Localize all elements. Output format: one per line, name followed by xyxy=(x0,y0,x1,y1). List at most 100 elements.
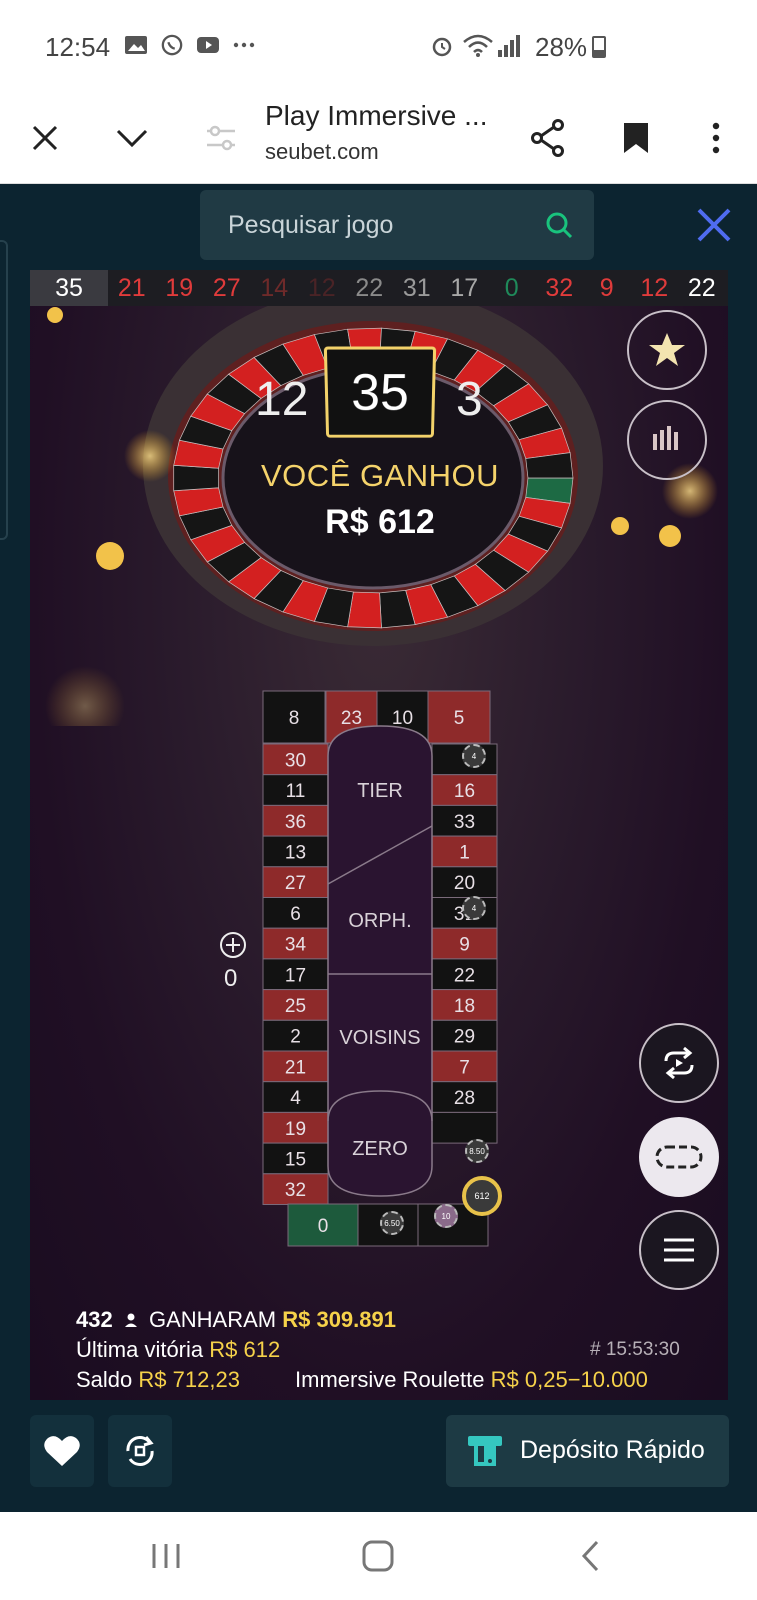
racetrack-number: 15 xyxy=(285,1149,306,1170)
system-nav-bar xyxy=(0,1512,757,1600)
chip-value: 8.50 xyxy=(469,1146,485,1156)
racetrack-number: 1 xyxy=(459,842,470,863)
racetrack-number: 0 xyxy=(318,1216,329,1237)
racetrack-number: 11 xyxy=(286,781,306,802)
page-domain[interactable]: seubet.com xyxy=(265,139,379,165)
racetrack-number: 16 xyxy=(454,781,475,802)
racetrack-number: 19 xyxy=(285,1119,306,1140)
racetrack-number: 27 xyxy=(285,873,306,894)
history-item: 14 xyxy=(260,273,289,302)
balance-amount: R$ 712,23 xyxy=(138,1367,240,1392)
chip-value: 4 xyxy=(471,751,477,761)
racetrack-number: 17 xyxy=(285,965,306,986)
racetrack-number: 25 xyxy=(285,996,306,1017)
racetrack-number: 36 xyxy=(285,812,306,833)
battery-icon xyxy=(592,36,606,58)
racetrack-number: 30 xyxy=(285,750,306,771)
search-input[interactable]: Pesquisar jogo xyxy=(200,190,594,260)
racetrack-number: 18 xyxy=(454,996,475,1017)
share-icon[interactable] xyxy=(520,110,576,166)
balance-label: Saldo xyxy=(76,1367,133,1392)
results-history: 35 21 19 27 14 12 22 31 17 0 32 9 12 22 xyxy=(30,270,728,306)
win-message: VOCÊ GANHOU xyxy=(260,458,500,493)
racetrack-number: 8 xyxy=(289,708,300,729)
recent-apps-icon[interactable] xyxy=(150,1542,182,1570)
status-bar: 12:54 28% xyxy=(0,0,757,92)
adjacent-number-left: 12 xyxy=(255,373,309,426)
racetrack-toggle-button[interactable] xyxy=(639,1117,719,1197)
chip-value: 612 xyxy=(474,1191,490,1201)
last-win-amount: R$ 612 xyxy=(209,1337,281,1362)
more-vert-icon[interactable] xyxy=(688,110,744,166)
section-zero[interactable]: ZERO xyxy=(325,1138,435,1161)
winners-row: 432 GANHARAM R$ 309.891 xyxy=(76,1307,396,1333)
favorite-heart-button[interactable] xyxy=(30,1415,94,1487)
bet-chip[interactable]: 10 xyxy=(434,1204,458,1228)
browser-toolbar: Play Immersive ... seubet.com xyxy=(0,92,757,184)
page-title[interactable]: Play Immersive ... xyxy=(265,100,487,132)
neighbour-count: 0 xyxy=(224,965,238,992)
racetrack-number: 20 xyxy=(454,873,475,894)
image-icon xyxy=(125,36,147,54)
section-voisins[interactable]: VOISINS xyxy=(325,1027,435,1050)
history-latest: 35 xyxy=(30,270,108,306)
racetrack-number: 29 xyxy=(454,1027,475,1048)
section-tier[interactable]: TIER xyxy=(325,780,435,803)
history-item: 27 xyxy=(212,273,241,302)
chip-value: 4 xyxy=(471,903,477,913)
close-game-icon[interactable] xyxy=(695,206,733,244)
racetrack-number: 23 xyxy=(341,708,362,729)
balance-row: Saldo R$ 712,23 xyxy=(76,1367,240,1393)
racetrack-cell[interactable] xyxy=(431,1111,498,1144)
racetrack-number: 9 xyxy=(459,935,470,956)
chip-value: 10 xyxy=(441,1211,451,1221)
history-item: 0 xyxy=(504,273,519,302)
alarm-icon xyxy=(432,37,452,57)
back-icon[interactable] xyxy=(579,1539,601,1573)
deposit-icon xyxy=(468,1436,502,1466)
history-item: 31 xyxy=(402,273,431,302)
history-item: 32 xyxy=(545,273,574,302)
racetrack-number: 33 xyxy=(454,812,475,833)
adjacent-number-right: 3 xyxy=(456,373,483,426)
winners-label: GANHARAM xyxy=(148,1307,277,1332)
bet-chip[interactable]: 612 xyxy=(462,1176,502,1216)
winning-number-box: 35 xyxy=(323,346,437,438)
rotate-screen-button[interactable] xyxy=(108,1415,172,1487)
racetrack-number: 10 xyxy=(392,708,413,729)
bet-chip[interactable]: 6.50 xyxy=(380,1211,404,1235)
bet-chip[interactable]: 4 xyxy=(462,896,486,920)
racetrack-number: 2 xyxy=(290,1027,301,1048)
bet-chip[interactable]: 4 xyxy=(462,744,486,768)
history-item: 19 xyxy=(165,273,194,302)
signal-icon xyxy=(498,35,520,57)
section-orphelins[interactable]: ORPH. xyxy=(325,910,435,933)
game-toolbar: Depósito Rápido xyxy=(0,1400,757,1512)
add-bet-icon[interactable] xyxy=(219,931,247,959)
history-item: 12 xyxy=(640,273,669,302)
menu-button[interactable] xyxy=(639,1210,719,1290)
racetrack-number: 5 xyxy=(454,708,465,729)
repeat-bet-button[interactable] xyxy=(639,1023,719,1103)
close-icon[interactable] xyxy=(17,110,73,166)
home-icon[interactable] xyxy=(361,1539,395,1573)
site-settings-icon[interactable] xyxy=(193,110,249,166)
last-win-row: Última vitória R$ 612 xyxy=(76,1337,280,1363)
chevron-down-icon[interactable] xyxy=(104,110,160,166)
battery-percent: 28% xyxy=(535,32,588,62)
racetrack-number: 32 xyxy=(285,1180,306,1201)
bet-chip[interactable]: 8.50 xyxy=(465,1139,489,1163)
bookmark-icon[interactable] xyxy=(608,110,664,166)
round-id: # 15:53:30 xyxy=(590,1339,680,1360)
winners-amount: R$ 309.891 xyxy=(282,1307,396,1332)
racetrack-number: 21 xyxy=(285,1057,306,1078)
search-icon[interactable] xyxy=(544,210,574,240)
win-amount: R$ 612 xyxy=(325,503,435,541)
youtube-icon xyxy=(197,37,219,53)
more-dots-icon xyxy=(233,42,255,48)
history-item: 17 xyxy=(450,273,479,302)
quick-deposit-button[interactable]: Depósito Rápido xyxy=(446,1415,729,1487)
drawer-handle[interactable] xyxy=(0,240,8,540)
racetrack-number: 13 xyxy=(285,842,306,863)
last-win-label: Última vitória xyxy=(76,1337,204,1362)
